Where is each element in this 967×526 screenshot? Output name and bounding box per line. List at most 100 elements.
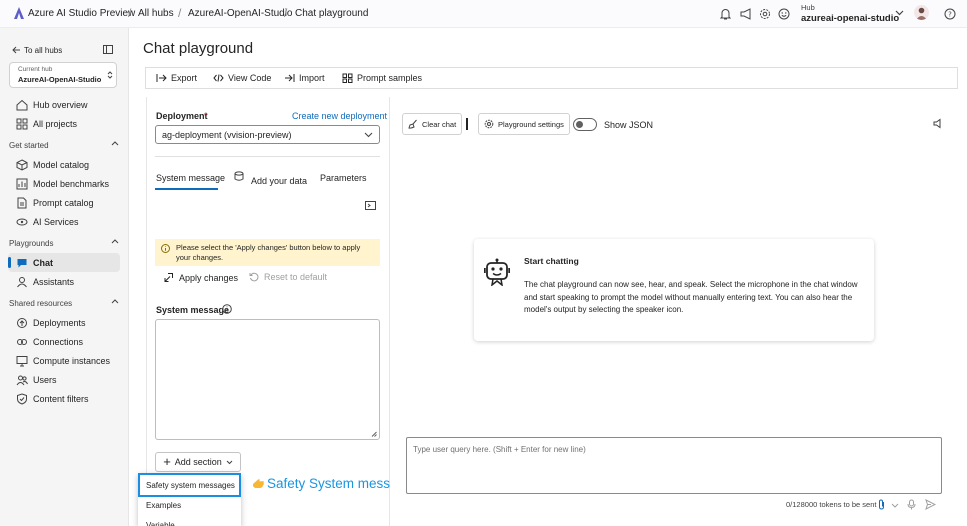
reset-default-label: Reset to default [264, 272, 328, 282]
section-title: Playgrounds [9, 239, 54, 248]
chevron-down-icon [364, 132, 373, 138]
reset-default-button[interactable]: Reset to default [249, 272, 327, 282]
sidebar-item-label: All projects [33, 118, 78, 129]
export-button[interactable]: Export [156, 73, 197, 83]
breadcrumb-separator: / [284, 6, 288, 20]
divider [155, 156, 380, 157]
sidebar-item-label: Deployments [33, 317, 86, 328]
top-bar: Azure AI Studio Preview / All hubs / Azu… [0, 0, 967, 28]
grid-icon [16, 118, 28, 129]
toolbar: Export View Code Import Prompt samples [145, 67, 958, 89]
dropdown-item-examples[interactable]: Examples [146, 501, 181, 510]
resize-handle-icon[interactable] [371, 431, 377, 437]
plus-icon: + [163, 454, 171, 469]
code-icon [213, 74, 224, 82]
pointing-hand-icon [253, 479, 264, 488]
chevron-up-icon [111, 299, 119, 304]
users-icon [16, 375, 28, 385]
query-placeholder: Type user query here. (Shift + Enter for… [413, 445, 586, 454]
sidebar-item-all-projects[interactable]: All projects [8, 114, 120, 133]
dropdown-item-variable[interactable]: Variable [146, 520, 175, 526]
speaker-icon[interactable] [933, 118, 943, 129]
view-code-button[interactable]: View Code [213, 73, 271, 83]
sidebar: To all hubs Current hub AzureAI-OpenAI-S… [0, 28, 128, 526]
page-title: Chat playground [143, 40, 254, 57]
selected-indicator [8, 257, 11, 268]
chevron-down-icon[interactable] [895, 10, 904, 16]
sidebar-item-model-benchmarks[interactable]: Model benchmarks [8, 174, 120, 193]
sidebar-item-label: Hub overview [33, 99, 88, 110]
sidebar-item-deployments[interactable]: Deployments [8, 313, 120, 332]
to-all-hubs-link[interactable]: To all hubs [24, 46, 62, 55]
info-icon[interactable] [222, 304, 232, 314]
chart-icon [16, 178, 28, 189]
section-playgrounds[interactable]: Playgrounds [9, 239, 119, 248]
breadcrumb-current: Chat playground [295, 8, 369, 19]
apply-changes-warning: Please select the 'Apply changes' button… [155, 239, 380, 266]
megaphone-icon[interactable] [740, 8, 752, 20]
breadcrumb-all-hubs[interactable]: All hubs [138, 8, 174, 19]
sidebar-item-chat[interactable]: Chat [8, 253, 120, 272]
sparkle-icon [16, 218, 28, 225]
collapse-panel-icon[interactable] [103, 45, 113, 54]
apply-changes-button[interactable]: Apply changes [163, 272, 238, 283]
shield-icon [17, 392, 27, 405]
arrow-left-icon[interactable] [12, 46, 21, 54]
send-icon[interactable] [925, 499, 936, 510]
export-label: Export [171, 73, 198, 83]
tab-add-your-data[interactable]: Add your data [251, 176, 307, 186]
microphone-icon[interactable] [907, 499, 916, 510]
deployment-select[interactable]: ag-deployment (vvision-preview) [155, 125, 380, 144]
prompt-samples-label: Prompt samples [357, 73, 423, 83]
hub-name[interactable]: azureai-openai-studio [801, 13, 899, 24]
bell-icon[interactable] [720, 8, 731, 20]
import-icon [285, 74, 295, 82]
user-query-input[interactable]: Type user query here. (Shift + Enter for… [406, 437, 942, 494]
sidebar-item-compute-instances[interactable]: Compute instances [8, 351, 120, 370]
sidebar-item-ai-services[interactable]: AI Services [8, 212, 120, 231]
chevron-down-icon[interactable] [891, 503, 899, 508]
sidebar-item-model-catalog[interactable]: Model catalog [8, 155, 120, 174]
breadcrumb-hub[interactable]: AzureAI-OpenAI-Studio [188, 8, 293, 19]
apply-icon [164, 273, 173, 282]
preview-icon[interactable] [365, 201, 376, 210]
sidebar-item-users[interactable]: Users [8, 370, 120, 389]
grid-icon [342, 73, 353, 83]
add-data-icon [234, 171, 245, 182]
add-section-label: Add section [174, 457, 222, 467]
avatar[interactable] [914, 5, 929, 20]
sidebar-item-content-filters[interactable]: Content filters [8, 389, 120, 408]
playground-settings-button[interactable]: Playground settings [478, 113, 570, 135]
chevron-up-icon [111, 141, 119, 146]
sidebar-item-assistants[interactable]: Assistants [8, 272, 120, 291]
tab-system-message[interactable]: System message [156, 173, 225, 183]
token-count: 0/128000 tokens to be sent [786, 500, 877, 509]
section-shared-resources[interactable]: Shared resources [9, 299, 119, 308]
section-get-started[interactable]: Get started [9, 141, 119, 150]
sidebar-item-label: Model benchmarks [33, 178, 110, 189]
app-title[interactable]: Azure AI Studio Preview [28, 8, 135, 19]
sidebar-item-prompt-catalog[interactable]: Prompt catalog [8, 193, 120, 212]
export-icon [156, 74, 167, 82]
show-json-toggle[interactable] [573, 118, 597, 131]
clear-chat-button[interactable]: Clear chat [402, 113, 463, 135]
current-hub-selector[interactable]: Current hub AzureAI-OpenAI-Studio [9, 62, 117, 88]
sidebar-item-label: Chat [33, 257, 53, 268]
import-button[interactable]: Import [284, 73, 325, 83]
create-deployment-link[interactable]: Create new deployment [292, 111, 387, 121]
current-hub-name: AzureAI-OpenAI-Studio [18, 75, 102, 84]
start-chatting-card: Start chatting The chat playground can n… [474, 239, 874, 341]
tab-parameters[interactable]: Parameters [320, 173, 367, 183]
attach-icon[interactable] [878, 499, 885, 510]
smiley-icon[interactable] [778, 8, 790, 20]
system-message-textarea[interactable] [155, 319, 380, 440]
clear-chat-label: Clear chat [422, 119, 457, 129]
sidebar-item-hub-overview[interactable]: Hub overview [8, 95, 120, 114]
dropdown-item-safety-system-messages[interactable]: Safety system messages [138, 473, 241, 497]
gear-icon[interactable] [759, 8, 771, 20]
help-icon[interactable]: ? [944, 8, 956, 20]
sidebar-item-connections[interactable]: Connections [8, 332, 120, 351]
add-section-button[interactable]: + Add section [155, 452, 241, 472]
cube-icon [16, 158, 28, 171]
prompt-samples-button[interactable]: Prompt samples [342, 73, 422, 83]
